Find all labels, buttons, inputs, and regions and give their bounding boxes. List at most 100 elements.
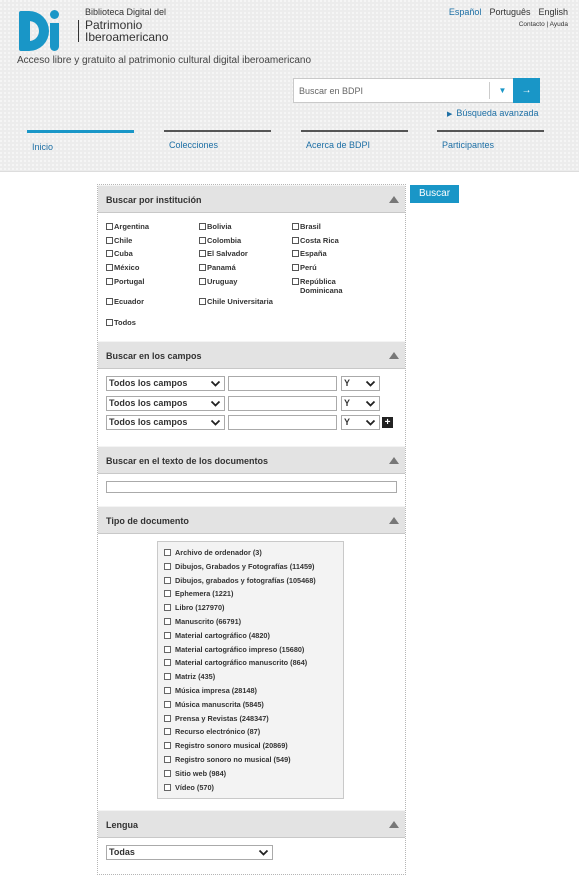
checkbox-box[interactable] [164,549,171,556]
checkbox-box[interactable] [106,319,113,326]
tab-acerca[interactable]: Acerca de BDPI [301,130,408,155]
institution-checkbox[interactable]: Bolivia [199,222,232,231]
institution-checkbox[interactable]: Ecuador [106,297,144,306]
doctype-checkbox[interactable]: Manuscrito (66791) [164,617,241,626]
institution-checkbox[interactable]: República Dominicana [292,277,352,295]
checkbox-box[interactable] [164,645,171,653]
checkbox-box[interactable] [164,604,171,612]
checkbox-box[interactable] [106,264,113,271]
institution-checkbox[interactable]: Uruguay [199,277,237,286]
checkbox-box[interactable] [106,278,113,285]
doctype-checkbox[interactable]: Prensa y Revistas (248347) [164,714,269,723]
field-select[interactable]: Todos los campos [106,396,225,411]
tab-inicio[interactable]: Inicio [27,130,134,155]
doctype-checkbox[interactable]: Vídeo (570) [164,783,214,792]
institution-checkbox[interactable]: El Salvador [199,249,248,258]
checkbox-box[interactable] [199,250,206,257]
checkbox-box[interactable] [292,278,299,285]
checkbox-box[interactable] [164,687,171,694]
checkbox-box[interactable] [106,298,113,305]
doctype-checkbox[interactable]: Matriz (435) [164,672,215,681]
checkbox-box[interactable] [199,237,206,244]
checkbox-box[interactable] [164,673,171,681]
add-field-row-button[interactable]: + [382,417,393,428]
institution-checkbox[interactable]: Costa Rica [292,236,339,245]
help-link[interactable]: Ayuda [550,21,568,28]
checkbox-box[interactable] [106,237,113,244]
buscar-button[interactable]: Buscar [410,185,459,203]
section-fulltext-header[interactable]: Buscar en el texto de los documentos [98,446,405,474]
doctype-checkbox[interactable]: Libro (127970) [164,603,224,612]
collapse-arrow-icon[interactable] [389,517,399,524]
checkbox-box[interactable] [199,278,206,285]
collapse-arrow-icon[interactable] [389,196,399,203]
checkbox-box[interactable] [164,659,171,667]
checkbox-box[interactable] [164,756,171,763]
institution-checkbox[interactable]: España [292,249,327,258]
field-select[interactable]: Todos los campos [106,415,225,430]
section-language-header[interactable]: Lengua [98,810,405,838]
doctype-checkbox[interactable]: Ephemera (1221) [164,589,233,598]
checkbox-box[interactable] [106,223,113,230]
checkbox-box[interactable] [164,631,171,639]
checkbox-box[interactable] [164,562,171,570]
institution-checkbox[interactable]: Argentina [106,222,149,231]
search-input[interactable] [294,79,486,102]
checkbox-box[interactable] [164,618,171,625]
search-submit-button[interactable]: → [513,78,540,103]
tab-participantes[interactable]: Participantes [437,130,544,155]
institution-checkbox[interactable]: Portugal [106,277,144,286]
contact-link[interactable]: Contacto [519,21,545,28]
section-doctype-header[interactable]: Tipo de documento [98,506,405,534]
checkbox-box[interactable] [164,728,171,736]
doctype-checkbox[interactable]: Material cartográfico (4820) [164,631,270,640]
institution-checkbox[interactable]: Brasil [292,222,321,231]
checkbox-box[interactable] [164,769,171,777]
checkbox-box[interactable] [164,576,171,584]
doctype-checkbox[interactable]: Archivo de ordenador (3) [164,548,262,557]
doctype-checkbox[interactable]: Música manuscrita (5845) [164,700,264,709]
doctype-checkbox[interactable]: Material cartográfico manuscrito (864) [164,658,307,667]
doctype-checkbox[interactable]: Material cartográfico impreso (15680) [164,645,304,654]
lang-espanol[interactable]: Español [449,7,482,17]
institution-checkbox[interactable]: México [106,263,139,272]
bdpi-logo[interactable] [17,8,61,54]
institution-checkbox[interactable]: Chile Universitaria [199,297,273,306]
field-text-input[interactable] [228,415,337,430]
field-select[interactable]: Todos los campos [106,376,225,391]
search-scope-dropdown[interactable]: ▼ [493,79,512,102]
institution-checkbox[interactable]: Panamá [199,263,236,272]
institution-checkbox[interactable]: Colombia [199,236,241,245]
tab-colecciones[interactable]: Colecciones [164,130,271,155]
checkbox-box[interactable] [199,298,206,305]
advanced-search-link[interactable]: ▶ Búsqueda avanzada [447,108,538,118]
fulltext-input[interactable] [106,481,397,493]
checkbox-box[interactable] [292,264,299,271]
field-text-input[interactable] [228,376,337,391]
checkbox-box[interactable] [292,250,299,257]
checkbox-box[interactable] [292,237,299,244]
field-text-input[interactable] [228,396,337,411]
language-select[interactable]: Todas [106,845,273,860]
checkbox-box[interactable] [164,714,171,722]
doctype-checkbox[interactable]: Recurso electrónico (87) [164,727,260,736]
doctype-checkbox[interactable]: Música impresa (28148) [164,686,257,695]
checkbox-box[interactable] [106,250,113,257]
collapse-arrow-icon[interactable] [389,821,399,828]
checkbox-box[interactable] [199,223,206,230]
collapse-arrow-icon[interactable] [389,352,399,359]
doctype-checkbox[interactable]: Sitio web (984) [164,769,226,778]
institution-checkbox[interactable]: Cuba [106,249,133,258]
operator-select[interactable]: Y [341,376,380,391]
institution-checkbox[interactable]: Perú [292,263,317,272]
doctype-checkbox[interactable]: Dibujos, Grabados y Fotografías (11459) [164,562,315,571]
doctype-checkbox[interactable]: Dibujos, grabados y fotografías (105468) [164,576,316,585]
operator-select[interactable]: Y [341,396,380,411]
doctype-checkbox[interactable]: Registro sonoro musical (20869) [164,741,288,750]
lang-portugues[interactable]: Português [489,7,530,17]
institution-checkbox[interactable]: Todos [106,318,136,327]
section-institution-header[interactable]: Buscar por institución [98,185,405,213]
lang-english[interactable]: English [538,7,568,17]
collapse-arrow-icon[interactable] [389,457,399,464]
checkbox-box[interactable] [199,264,206,271]
